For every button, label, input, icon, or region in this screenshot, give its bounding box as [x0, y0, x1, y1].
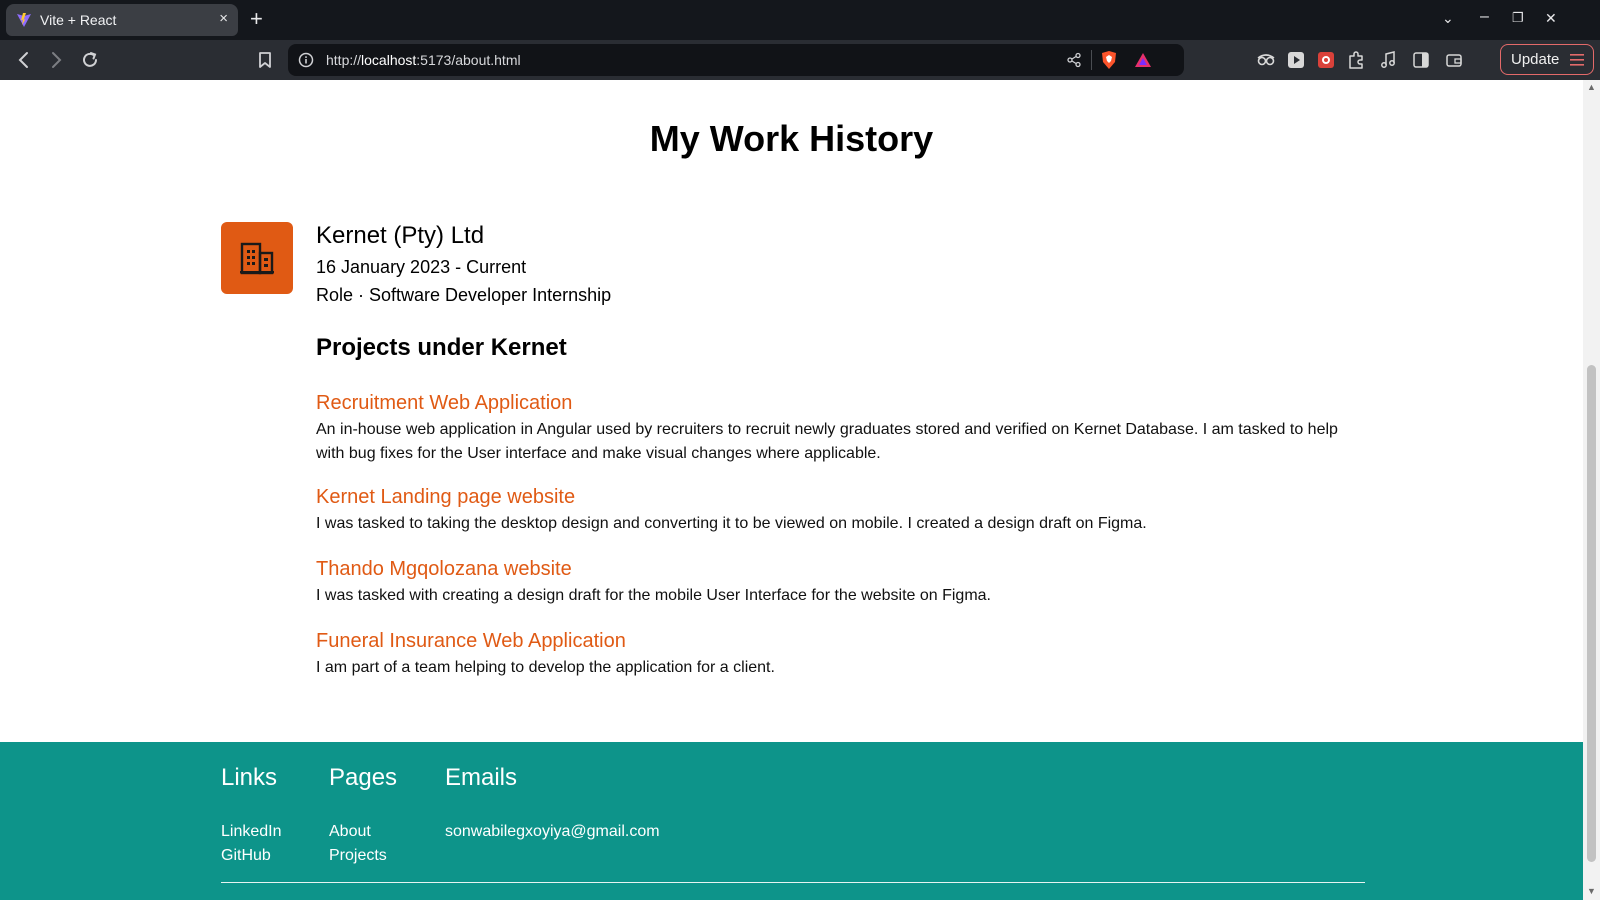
- scroll-down-arrow-icon[interactable]: ▼: [1587, 886, 1596, 896]
- company-logo: [221, 222, 293, 294]
- project-description: I was tasked with creating a design draf…: [316, 587, 991, 604]
- project-item: Kernet Landing page website I was tasked…: [316, 485, 1356, 536]
- email-link[interactable]: sonwabilegxoyiya@gmail.com: [445, 823, 660, 841]
- page-viewport: My Work History Kernet (Pty) Ltd 16 Janu…: [0, 80, 1583, 900]
- brave-shields-icon[interactable]: [1100, 50, 1118, 70]
- menu-icon: [1570, 54, 1584, 66]
- company-name: Kernet (Pty) Ltd: [316, 222, 485, 249]
- extension-red-icon[interactable]: [1316, 50, 1336, 70]
- address-bar[interactable]: http://localhost:5173/about.html: [288, 44, 1184, 76]
- forward-icon[interactable]: [45, 49, 67, 71]
- github-link[interactable]: GitHub: [221, 847, 271, 865]
- extension-glasses-icon[interactable]: [1256, 50, 1276, 70]
- building-icon: [240, 242, 274, 275]
- update-button[interactable]: Update: [1500, 44, 1594, 75]
- project-title-link[interactable]: Funeral Insurance Web Application: [316, 629, 1356, 653]
- project-title-link[interactable]: Recruitment Web Application: [316, 391, 1356, 415]
- footer-pages-heading: Pages: [329, 764, 398, 791]
- employment-role: Role · Software Developer Internship: [316, 285, 612, 305]
- page-title: My Work History: [649, 118, 934, 159]
- extensions-puzzle-icon[interactable]: [1346, 50, 1366, 70]
- page-scrollbar[interactable]: ▲ ▼: [1583, 80, 1600, 900]
- restore-button[interactable]: ❐: [1512, 10, 1524, 26]
- tab-list-icon[interactable]: ⌄: [1442, 10, 1454, 27]
- update-label: Update: [1511, 51, 1560, 68]
- share-icon[interactable]: [1066, 52, 1082, 68]
- site-info-icon[interactable]: [298, 52, 314, 68]
- project-title-link[interactable]: Thando Mgqolozana website: [316, 557, 1356, 581]
- url-text: http://localhost:5173/about.html: [326, 52, 521, 68]
- project-item: Funeral Insurance Web Application I am p…: [316, 629, 1356, 680]
- scroll-up-arrow-icon[interactable]: ▲: [1587, 82, 1596, 92]
- address-divider: [1091, 50, 1092, 70]
- about-page-link[interactable]: About: [329, 823, 371, 841]
- bookmark-icon[interactable]: [254, 49, 276, 71]
- footer: Links LinkedIn GitHub Pages About Projec…: [0, 742, 1583, 900]
- linkedin-link[interactable]: LinkedIn: [221, 823, 282, 841]
- footer-divider: [221, 882, 1365, 883]
- projects-heading: Projects under Kernet: [316, 334, 567, 361]
- url-host: localhost: [361, 52, 417, 68]
- project-item: Recruitment Web Application An in-house …: [316, 391, 1356, 466]
- wallet-icon[interactable]: [1444, 50, 1464, 70]
- project-description: An in-house web application in Angular u…: [316, 421, 1338, 462]
- new-tab-button[interactable]: +: [250, 7, 263, 31]
- close-window-button[interactable]: ✕: [1545, 10, 1557, 27]
- tab-close-icon[interactable]: ×: [219, 10, 228, 27]
- tab-title: Vite + React: [40, 12, 117, 28]
- url-prefix: http://: [326, 52, 362, 68]
- sidebar-icon[interactable]: [1411, 50, 1431, 70]
- browser-tab-strip: Vite + React × + ⌄ – ❐ ✕: [0, 0, 1600, 40]
- extension-play-icon[interactable]: [1286, 50, 1306, 70]
- minimize-button[interactable]: –: [1480, 8, 1489, 26]
- vite-logo-icon: [17, 13, 31, 27]
- footer-emails-heading: Emails: [445, 764, 518, 791]
- scroll-thumb[interactable]: [1587, 365, 1596, 862]
- project-item: Thando Mgqolozana website I was tasked w…: [316, 557, 1356, 608]
- music-icon[interactable]: [1378, 50, 1398, 70]
- back-icon[interactable]: [13, 49, 35, 71]
- url-path: :5173/about.html: [416, 52, 521, 68]
- footer-links-heading: Links: [221, 764, 278, 791]
- browser-tab[interactable]: Vite + React ×: [6, 4, 238, 36]
- project-description: I am part of a team helping to develop t…: [316, 659, 775, 676]
- employment-dates: 16 January 2023 - Current: [316, 257, 527, 277]
- reload-icon[interactable]: [79, 49, 101, 71]
- project-description: I was tasked to taking the desktop desig…: [316, 515, 1147, 532]
- projects-page-link[interactable]: Projects: [329, 847, 387, 865]
- browser-toolbar: http://localhost:5173/about.html Update: [0, 40, 1600, 80]
- brave-rewards-icon[interactable]: [1134, 51, 1152, 69]
- project-title-link[interactable]: Kernet Landing page website: [316, 485, 1356, 509]
